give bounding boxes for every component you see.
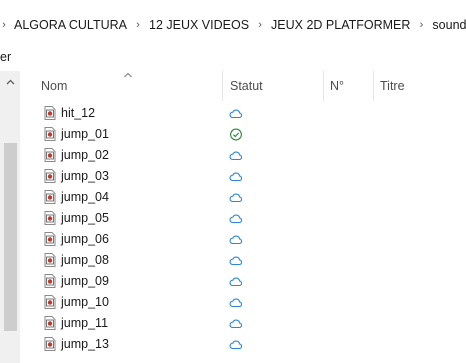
file-name: jump_11 [61, 316, 109, 330]
navigation-scrollbar[interactable] [0, 71, 20, 363]
audio-file-icon [44, 295, 56, 309]
address-bar: › ALGORA CULTURA › 12 JEUX VIDEOS › JEUX… [0, 0, 466, 43]
column-divider[interactable] [323, 71, 324, 101]
cloud-icon [229, 256, 243, 266]
audio-file-icon [44, 232, 56, 246]
file-name: jump_09 [61, 274, 109, 288]
audio-file-icon [44, 337, 56, 351]
ribbon-partial-label[interactable]: er [0, 50, 11, 64]
cloud-icon [229, 214, 243, 224]
file-list: hit_12 jump_01 jump_02 jump_03 jump_04 j… [20, 103, 466, 355]
cloud-icon [229, 319, 243, 329]
audio-file-icon [44, 211, 56, 225]
file-name: jump_03 [61, 169, 109, 183]
file-name: jump_05 [61, 211, 109, 225]
ribbon-strip: er [0, 43, 466, 71]
breadcrumb-separator: › [136, 19, 140, 31]
cloud-icon [229, 193, 243, 203]
cloud-icon [229, 151, 243, 161]
column-header-row: Nom Statut N° Titre [20, 71, 466, 101]
breadcrumb: › ALGORA CULTURA › 12 JEUX VIDEOS › JEUX… [0, 16, 466, 34]
audio-file-icon [44, 253, 56, 267]
audio-file-icon [44, 169, 56, 183]
cloud-icon [229, 340, 243, 350]
breadcrumb-item-jeux-videos[interactable]: 12 JEUX VIDEOS [145, 18, 253, 32]
cloud-icon [229, 277, 243, 287]
file-row[interactable]: jump_01 [20, 124, 466, 145]
cloud-icon [229, 172, 243, 182]
column-header-number[interactable]: N° [330, 71, 370, 101]
column-divider[interactable] [373, 71, 374, 101]
cloud-icon [229, 235, 243, 245]
cloud-icon [229, 109, 243, 119]
audio-file-icon [44, 316, 56, 330]
scroll-thumb[interactable] [4, 143, 17, 331]
file-row[interactable]: jump_02 [20, 145, 466, 166]
file-name: hit_12 [61, 106, 96, 120]
file-row[interactable]: hit_12 [20, 103, 466, 124]
file-name: jump_02 [61, 148, 109, 162]
file-row[interactable]: jump_13 [20, 334, 466, 355]
file-name: jump_01 [61, 127, 109, 141]
synced-check-icon [230, 128, 242, 141]
file-row[interactable]: jump_10 [20, 292, 466, 313]
column-header-title[interactable]: Titre [380, 71, 460, 101]
file-row[interactable]: jump_08 [20, 250, 466, 271]
file-name: jump_04 [61, 190, 109, 204]
file-row[interactable]: jump_06 [20, 229, 466, 250]
column-header-name[interactable]: Nom [41, 71, 221, 101]
audio-file-icon [44, 190, 56, 204]
audio-file-icon [44, 148, 56, 162]
breadcrumb-item-sounds[interactable]: sounds [428, 18, 466, 32]
breadcrumb-separator: › [419, 19, 424, 31]
column-header-status[interactable]: Statut [230, 71, 320, 101]
file-row[interactable]: jump_04 [20, 187, 466, 208]
file-name: jump_06 [61, 232, 109, 246]
breadcrumb-separator: › [258, 19, 262, 31]
file-name: jump_13 [61, 337, 109, 351]
file-row[interactable]: jump_03 [20, 166, 466, 187]
audio-file-icon [44, 106, 56, 120]
scroll-up-arrow-icon[interactable] [0, 75, 20, 89]
file-row[interactable]: jump_09 [20, 271, 466, 292]
audio-file-icon [44, 274, 56, 288]
column-divider[interactable] [222, 71, 223, 101]
file-name: jump_10 [61, 295, 109, 309]
breadcrumb-item-jeux-2d-platformer[interactable]: JEUX 2D PLATFORMER [267, 18, 414, 32]
file-name: jump_08 [61, 253, 109, 267]
file-row[interactable]: jump_05 [20, 208, 466, 229]
breadcrumb-separator: › [2, 19, 6, 31]
breadcrumb-item-algora-cultura[interactable]: ALGORA CULTURA [8, 18, 131, 32]
cloud-icon [229, 298, 243, 308]
file-row[interactable]: jump_11 [20, 313, 466, 334]
audio-file-icon [44, 127, 56, 141]
